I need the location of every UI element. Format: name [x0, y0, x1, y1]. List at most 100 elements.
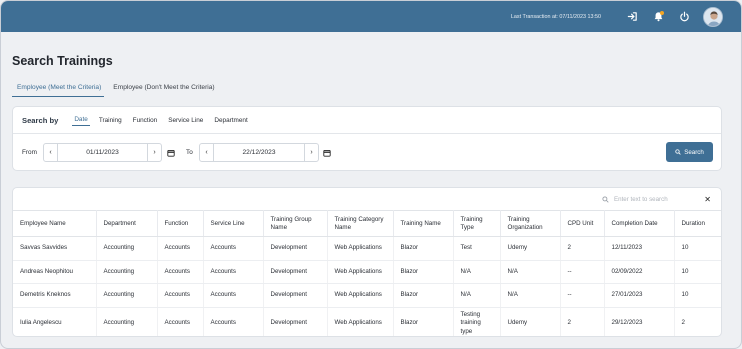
to-label: To — [186, 149, 193, 156]
column-header[interactable]: Training Name — [393, 210, 454, 237]
table-header: Employee Name Department Function Service L… — [13, 210, 721, 237]
column-header[interactable]: Employee Name — [13, 210, 97, 237]
table-cell: Development — [263, 260, 328, 284]
table-row[interactable]: Andreas Neophitou Accounting Accounts Accou… — [13, 260, 721, 284]
page-title: Search Trainings — [12, 54, 113, 68]
table-cell: 2 — [674, 307, 721, 336]
results-table: Employee Name Department Function Service L… — [13, 210, 721, 336]
table-cell: Accounts — [203, 260, 264, 284]
table-cell: Web Applications — [327, 283, 394, 308]
chevron-left-icon[interactable]: ‹ — [200, 144, 214, 161]
table-cell: N/A — [453, 260, 501, 284]
column-header[interactable]: Training Category Name — [327, 210, 394, 237]
column-header[interactable]: Department — [96, 210, 158, 237]
table-cell: Udemy — [500, 236, 561, 261]
table-cell: Udemy — [500, 307, 561, 336]
table-cell: Accounts — [157, 307, 204, 336]
table-cell: Accounts — [203, 283, 264, 308]
table-cell: Blazor — [393, 260, 454, 284]
to-date-picker: ‹ 22/12/2023 › — [199, 143, 319, 162]
chevron-left-icon[interactable]: ‹ — [44, 144, 58, 161]
table-cell: Accounts — [203, 307, 264, 336]
tab-meet-criteria[interactable]: Employee (Meet the Criteria) — [12, 83, 105, 97]
table-cell: Accounts — [157, 283, 204, 308]
table-cell: -- — [560, 260, 605, 284]
search-icon — [675, 149, 681, 155]
calendar-icon[interactable] — [164, 145, 178, 160]
app-frame: Last Transaction at: 07/11/2023 13:50 Se… — [0, 0, 742, 349]
employee-tabs: Employee (Meet the Criteria) Employee (D… — [12, 83, 222, 97]
search-card: Search by Date Training Function Service… — [12, 106, 722, 171]
table-cell: 10 — [674, 236, 721, 261]
table-cell: Accounts — [157, 260, 204, 284]
chevron-right-icon[interactable]: › — [147, 144, 161, 161]
column-header[interactable]: Duration — [674, 210, 721, 237]
table-cell: Demetris Kneknos — [13, 283, 97, 308]
search-tab-training[interactable]: Training — [97, 115, 124, 126]
table-cell: Blazor — [393, 236, 454, 261]
table-search-field[interactable]: Enter text to search ✕ — [602, 193, 713, 206]
table-cell: 2 — [560, 236, 605, 261]
table-cell: Web Applications — [327, 260, 394, 284]
search-button[interactable]: Search — [666, 142, 713, 162]
to-date-input[interactable]: 22/12/2023 — [214, 149, 304, 156]
table-row[interactable]: Savvas Savvides Accounting Accounts Account… — [13, 236, 721, 261]
table-cell: Development — [263, 236, 328, 261]
table-header-row: Employee Name Department Function Service L… — [13, 210, 721, 237]
table-cell: -- — [560, 283, 605, 308]
table-cell: 12/11/2023 — [604, 236, 675, 261]
search-tab-department[interactable]: Department — [212, 115, 249, 126]
column-header[interactable]: Completion Date — [604, 210, 675, 237]
date-range-row: From ‹ 01/11/2023 › To ‹ 22/12/2023 › Se… — [13, 134, 721, 171]
table-cell: Accounts — [203, 236, 264, 261]
table-cell: Test — [453, 236, 501, 261]
tab-dont-meet-criteria[interactable]: Employee (Don't Meet the Criteria) — [108, 83, 217, 97]
table-cell: Development — [263, 283, 328, 308]
search-icon — [602, 196, 609, 203]
table-search-input[interactable]: Enter text to search — [614, 196, 704, 203]
table-cell: 27/01/2023 — [604, 283, 675, 308]
column-header[interactable]: CPD Unit — [560, 210, 605, 237]
login-icon[interactable] — [625, 10, 639, 24]
table-cell: 2 — [560, 307, 605, 336]
search-tab-service-line[interactable]: Service Line — [166, 115, 205, 126]
from-label: From — [22, 149, 37, 156]
column-header[interactable]: Training Organization — [500, 210, 561, 237]
table-cell: Web Applications — [327, 236, 394, 261]
power-icon[interactable] — [677, 10, 691, 24]
table-toolbar: Enter text to search ✕ — [13, 188, 721, 210]
search-tab-date[interactable]: Date — [72, 114, 90, 126]
table-cell: Blazor — [393, 283, 454, 308]
table-cell: Accounting — [96, 283, 158, 308]
top-bar: Last Transaction at: 07/11/2023 13:50 — [1, 1, 741, 32]
column-header[interactable]: Training Type — [453, 210, 501, 237]
last-transaction-text: Last Transaction at: 07/11/2023 13:50 — [510, 13, 601, 20]
table-cell: N/A — [500, 283, 561, 308]
from-date-picker: ‹ 01/11/2023 › — [43, 143, 162, 162]
table-cell: Iulia Angelescu — [13, 307, 97, 336]
search-tab-function[interactable]: Function — [131, 115, 160, 126]
table-row[interactable]: Demetris Kneknos Accounting Accounts Accoun… — [13, 283, 721, 308]
calendar-icon[interactable] — [320, 145, 334, 160]
table-cell: 10 — [674, 260, 721, 284]
column-header[interactable]: Service Line — [203, 210, 264, 237]
close-icon[interactable]: ✕ — [704, 195, 711, 204]
notification-dot — [660, 10, 664, 15]
table-body: Savvas Savvides Accounting Accounts Account… — [13, 236, 721, 336]
table-cell: N/A — [500, 260, 561, 284]
table-cell: Savvas Savvides — [13, 236, 97, 261]
search-by-bar: Search by Date Training Function Service… — [13, 107, 721, 134]
chevron-right-icon[interactable]: › — [304, 144, 318, 161]
table-cell: 02/09/2022 — [604, 260, 675, 284]
column-header[interactable]: Training Group Name — [263, 210, 328, 237]
search-button-label: Search — [684, 148, 704, 156]
user-avatar[interactable] — [703, 6, 723, 27]
results-card: Enter text to search ✕ Employee Name Depa… — [12, 187, 722, 337]
bell-icon[interactable] — [651, 10, 665, 24]
from-date-input[interactable]: 01/11/2023 — [58, 149, 147, 156]
table-row[interactable]: Iulia Angelescu Accounting Accounts Account… — [13, 307, 721, 336]
table-cell: Testing training type — [453, 307, 501, 336]
column-header[interactable]: Function — [157, 210, 204, 237]
search-by-label: Search by — [22, 115, 59, 125]
table-cell: N/A — [453, 283, 501, 308]
